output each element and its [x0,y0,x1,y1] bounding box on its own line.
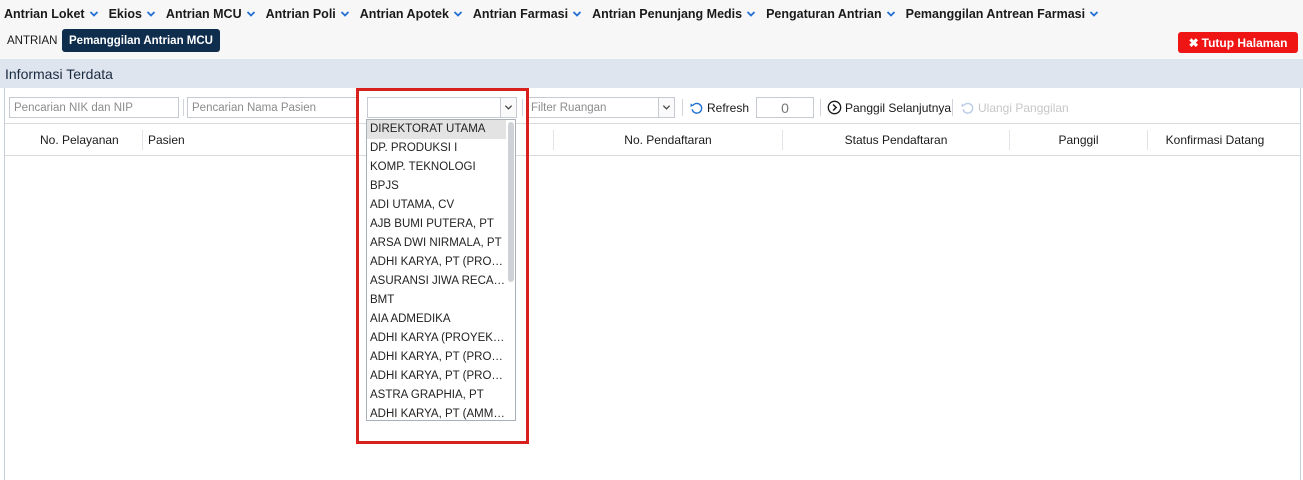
chevron-right-circle-icon [827,100,842,115]
recall-label: Ulangi Panggilan [978,100,1069,115]
nav-antrian-apotek[interactable]: Antrian Apotek [360,7,463,21]
dropdown-option[interactable]: ADHI KARYA, PT (AMM… [367,405,506,420]
queue-counter-input[interactable]: 0 [756,97,814,118]
room-filter-select[interactable]: Filter Ruangan [526,97,675,118]
nav-pengaturan-antrian[interactable]: Pengaturan Antrian [766,7,896,21]
nav-label: Antrian Poli [265,7,336,21]
nav-label: Pemanggilan Antrean Farmasi [905,7,1086,21]
panel-title: Informasi Terdata [0,59,1303,88]
nav-pemanggilan-antrean-farmasi[interactable]: Pemanggilan Antrean Farmasi [906,7,1099,21]
recall-button[interactable]: Ulangi Panggilan [960,97,1069,118]
nav-antrian-loket[interactable]: Antrian Loket [4,7,99,21]
company-filter-dropdown-button[interactable] [500,98,516,117]
close-page-label: Tutup Halaman [1201,35,1288,50]
tab-bar: ANTRIAN Pemanggilan Antrian MCU [0,28,1303,59]
chevron-down-icon [146,11,156,17]
close-icon: ✖ [1188,35,1199,50]
chevron-down-icon [572,11,582,17]
dropdown-option[interactable]: ADI UTAMA, CV [367,196,506,215]
nav-antrian-penunjang-medis[interactable]: Antrian Penunjang Medis [592,7,756,21]
chevron-down-icon [886,11,895,17]
chevron-down-icon [246,11,255,17]
close-page-button[interactable]: ✖ Tutup Halaman [1178,32,1298,53]
column-header-pasien[interactable]: Pasien [148,124,185,156]
chevron-down-icon [746,11,756,17]
company-filter-select[interactable] [367,97,517,118]
column-divider [142,130,143,150]
toolbar: Pencarian NIK dan NIP Pencarian Nama Pas… [5,88,1300,124]
nav-label: Antrian Penunjang Medis [592,7,743,21]
nav-antrian-poli[interactable]: Antrian Poli [266,7,350,21]
tab-pemanggilan-antrian-mcu[interactable]: Pemanggilan Antrian MCU [62,29,220,52]
data-panel: Pencarian NIK dan NIP Pencarian Nama Pas… [4,88,1301,480]
toolbar-divider [682,99,683,116]
nik-search-input[interactable]: Pencarian NIK dan NIP [9,97,179,118]
toolbar-divider [820,99,821,116]
dropdown-option[interactable]: ADHI KARYA (PROYEK R… [367,329,506,348]
dropdown-option[interactable]: BMT [367,291,506,310]
patient-name-search-input[interactable]: Pencarian Nama Pasien [187,97,359,118]
room-filter-placeholder: Filter Ruangan [531,101,607,114]
column-header-no-pelayanan[interactable]: No. Pelayanan [40,124,119,156]
nav-label: Ekios [108,7,142,21]
refresh-icon [690,102,703,114]
dropdown-scrollbar[interactable] [508,122,514,282]
call-next-label: Panggil Selanjutnya [845,100,952,115]
refresh-button[interactable]: Refresh [689,97,749,118]
column-header-panggil[interactable]: Panggil [1010,124,1147,156]
dropdown-option[interactable]: ASURANSI JIWA RECAP… [367,272,506,291]
column-header-status-pendaftaran[interactable]: Status Pendaftaran [783,124,1009,156]
dropdown-option[interactable]: ASTRA GRAPHIA, PT [367,386,506,405]
toolbar-divider [952,99,953,116]
chevron-down-icon [340,11,349,17]
nav-label: Antrian Farmasi [472,7,569,21]
toolbar-divider [183,99,184,116]
nav-antrian-farmasi[interactable]: Antrian Farmasi [473,7,582,21]
refresh-label: Refresh [707,100,750,115]
nav-label: Antrian MCU [165,7,242,21]
toolbar-divider [522,99,523,116]
nav-label: Antrian Loket [4,7,85,21]
call-next-button[interactable]: Panggil Selanjutnya [827,97,951,118]
dropdown-option[interactable]: ARSA DWI NIRMALA, PT [367,234,506,253]
company-dropdown-list[interactable]: DIREKTORAT UTAMA DP. PRODUKSI I KOMP. TEKN… [366,119,516,421]
table-header: No. Pelayanan Pasien No. Pendaftaran Sta… [5,124,1300,156]
dropdown-option[interactable]: ADHI KARYA, PT (PROY… [367,367,506,386]
column-header-konfirmasi-datang[interactable]: Konfirmasi Datang [1148,124,1282,156]
chevron-down-icon [1089,11,1099,17]
nav-label: Pengaturan Antrian [766,7,882,21]
room-filter-dropdown-button[interactable] [658,98,674,117]
dropdown-option[interactable]: ADHI KARYA, PT (PROY… [367,253,506,272]
chevron-down-icon [504,105,513,110]
dropdown-option[interactable]: KOMP. TEKNOLOGI [367,158,506,177]
chevron-down-icon [89,11,98,17]
dropdown-option[interactable]: DIREKTORAT UTAMA [367,120,506,139]
dropdown-option[interactable]: BPJS [367,177,506,196]
nav-ekios[interactable]: Ekios [109,7,156,21]
tab-antrian[interactable]: ANTRIAN [0,29,64,52]
nav-label: Antrian Apotek [359,7,449,21]
patient-name-search-placeholder: Pencarian Nama Pasien [192,101,317,114]
column-header-no-pendaftaran[interactable]: No. Pendaftaran [554,124,782,156]
dropdown-option[interactable]: ADHI KARYA, PT (PROY… [367,348,506,367]
chevron-down-icon [662,105,671,110]
undo-icon [961,102,974,114]
chevron-down-icon [453,11,463,17]
dropdown-option[interactable]: AJB BUMI PUTERA, PT [367,215,506,234]
nav-antrian-mcu[interactable]: Antrian MCU [166,7,256,21]
dropdown-option[interactable]: DP. PRODUKSI I [367,139,506,158]
top-navigation: Antrian Loket Ekios Antrian MCU Antrian … [0,0,1303,28]
nik-search-placeholder: Pencarian NIK dan NIP [14,101,133,114]
dropdown-option[interactable]: AIA ADMEDIKA [367,310,506,329]
